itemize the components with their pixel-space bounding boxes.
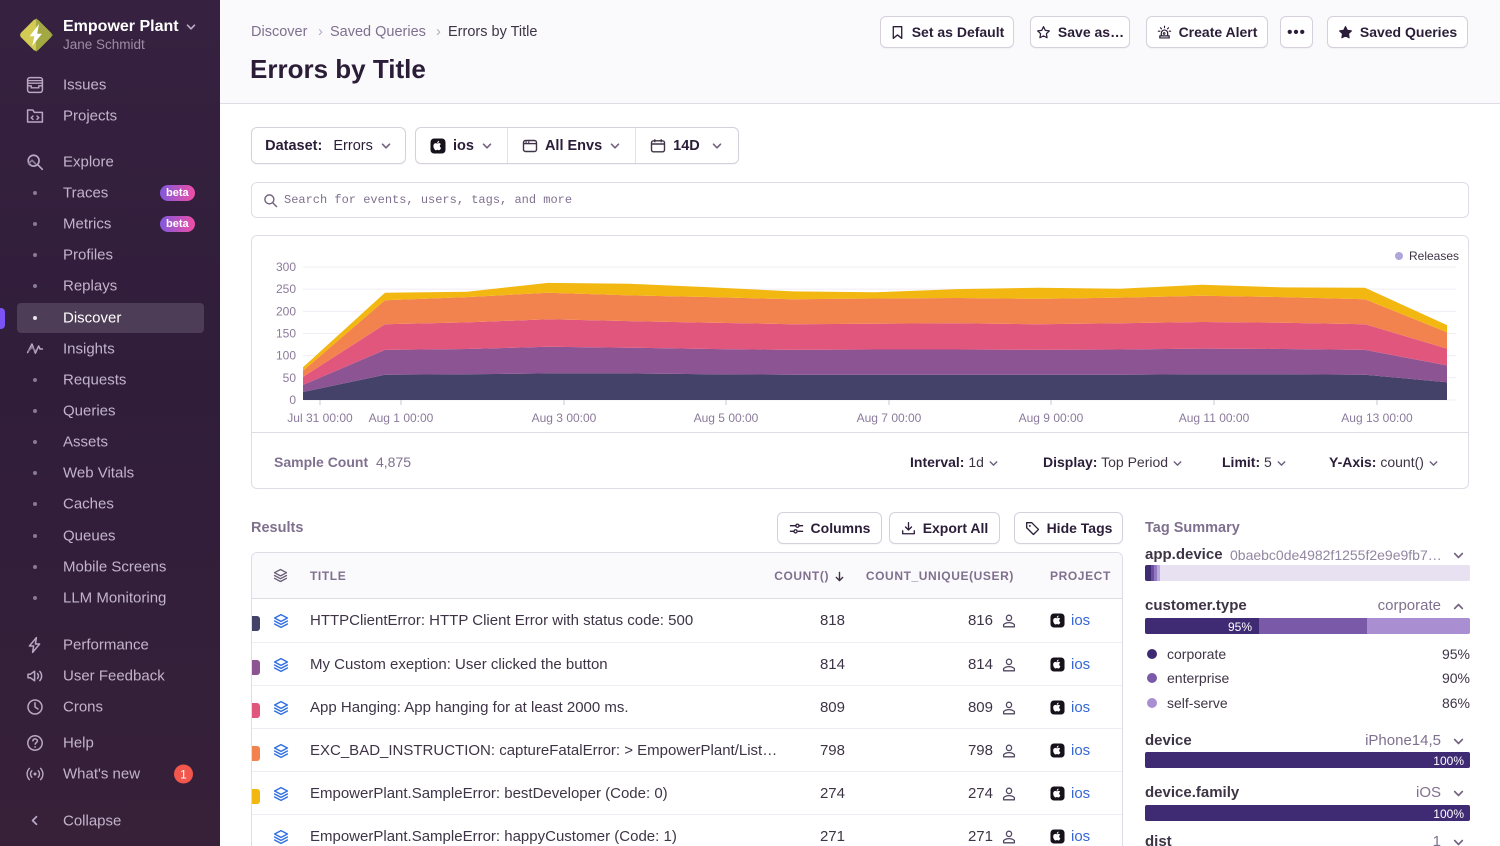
svg-text:0: 0	[289, 393, 296, 407]
svg-text:Aug 13 00:00: Aug 13 00:00	[1341, 411, 1413, 425]
svg-text:Aug 9 00:00: Aug 9 00:00	[1019, 411, 1084, 425]
svg-text:200: 200	[276, 304, 296, 318]
svg-text:Aug 7 00:00: Aug 7 00:00	[857, 411, 922, 425]
svg-text:300: 300	[276, 260, 296, 274]
svg-text:50: 50	[283, 371, 297, 385]
svg-text:250: 250	[276, 282, 296, 296]
svg-text:Releases: Releases	[1409, 249, 1459, 263]
svg-text:150: 150	[276, 327, 296, 341]
svg-text:Aug 1 00:00: Aug 1 00:00	[369, 411, 434, 425]
svg-text:Aug 11 00:00: Aug 11 00:00	[1179, 411, 1250, 425]
svg-text:Jul 31 00:00: Jul 31 00:00	[287, 411, 353, 425]
svg-text:Aug 5 00:00: Aug 5 00:00	[694, 411, 759, 425]
svg-text:100: 100	[276, 349, 296, 363]
svg-text:Aug 3 00:00: Aug 3 00:00	[532, 411, 597, 425]
